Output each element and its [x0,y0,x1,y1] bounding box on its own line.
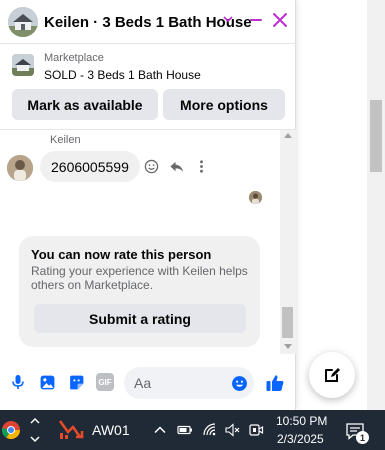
page-scrollbar[interactable] [367,0,385,410]
compose-icon [325,368,340,382]
react-button[interactable] [143,158,159,174]
notifications-button[interactable]: 1 [342,419,369,444]
voice-clip-button[interactable] [9,373,27,391]
emoji-icon [144,159,158,173]
message-thread: Keilen 2606005599 You can now rate this … [0,130,296,354]
clock-date[interactable]: 2/3/2025 [277,432,324,446]
marketplace-label: Marketplace [44,52,104,64]
listing-title[interactable]: SOLD - 3 Beds 1 Bath House [44,68,201,82]
photo-icon [40,375,54,389]
chevron-up-icon [30,417,40,424]
house-photo-avatar[interactable] [8,7,38,37]
mark-as-available-button[interactable]: Mark as available [12,89,158,120]
rating-title: You can now rate this person [31,247,212,262]
emoji-icon [231,375,247,391]
reply-button[interactable] [168,158,184,174]
chat-title[interactable]: Keilen · 3 Beds 1 Bath House [44,14,252,31]
send-like-button[interactable] [264,372,286,394]
thumbs-up-icon [266,375,284,391]
gif-button[interactable]: GIF [96,373,114,391]
listing-thumbnail[interactable] [12,54,34,76]
scroll-down-arrow-icon[interactable] [284,344,292,349]
clock-time[interactable]: 10:50 PM [276,414,327,428]
submit-rating-button[interactable]: Submit a rating [34,304,246,333]
emoji-picker-button[interactable] [230,374,248,392]
notification-count-badge: 1 [356,431,369,444]
sender-name: Keilen [50,134,81,146]
page-scrollbar-thumb[interactable] [370,100,382,172]
chat-header: Keilen · 3 Beds 1 Bath House [0,0,296,44]
microphone-icon [12,375,24,389]
taskbar-app-label[interactable]: AW01 [92,422,130,438]
minimize-button[interactable] [246,10,266,30]
taskbar-scroll-down-button[interactable] [28,432,42,446]
close-icon [273,13,287,27]
more-actions-button[interactable] [193,158,209,174]
close-button[interactable] [270,10,290,30]
more-options-button[interactable]: More options [163,89,285,120]
rating-description: Rating your experience with Keilen helps… [31,264,248,292]
new-message-button[interactable] [309,352,355,398]
chat-window: Keilen · 3 Beds 1 Bath House Marketplace… [0,0,296,410]
aw01-app-icon[interactable] [58,418,84,442]
chevron-down-icon [30,436,40,443]
seen-avatar [249,191,262,204]
sender-avatar[interactable] [7,155,33,181]
message-bubble[interactable]: 2606005599 [40,151,140,182]
show-hidden-icons-button[interactable] [152,422,168,438]
reply-icon [169,161,183,172]
meet-now-icon[interactable] [248,422,264,438]
message-composer: GIF [0,354,296,410]
scroll-up-arrow-icon[interactable] [284,133,292,138]
more-icon [199,159,203,173]
rating-prompt-card: You can now rate this person Rating your… [19,236,260,347]
attach-photo-button[interactable] [38,373,56,391]
chevron-down-icon[interactable] [222,13,234,25]
wifi-icon[interactable] [202,422,218,438]
sticker-icon [69,375,83,389]
chrome-taskbar-icon[interactable] [0,418,22,442]
minimize-icon [250,19,262,21]
battery-icon[interactable] [177,422,193,438]
sticker-button[interactable] [67,373,85,391]
thread-scrollbar-thumb[interactable] [282,307,293,338]
marketplace-listing-card: Marketplace SOLD - 3 Beds 1 Bath House M… [0,44,296,130]
taskbar: AW01 10:50 PM 2/3/2025 1 [0,410,385,450]
taskbar-scroll-up-button[interactable] [28,414,42,428]
chevron-up-icon [154,426,166,434]
volume-muted-icon[interactable] [224,422,240,438]
